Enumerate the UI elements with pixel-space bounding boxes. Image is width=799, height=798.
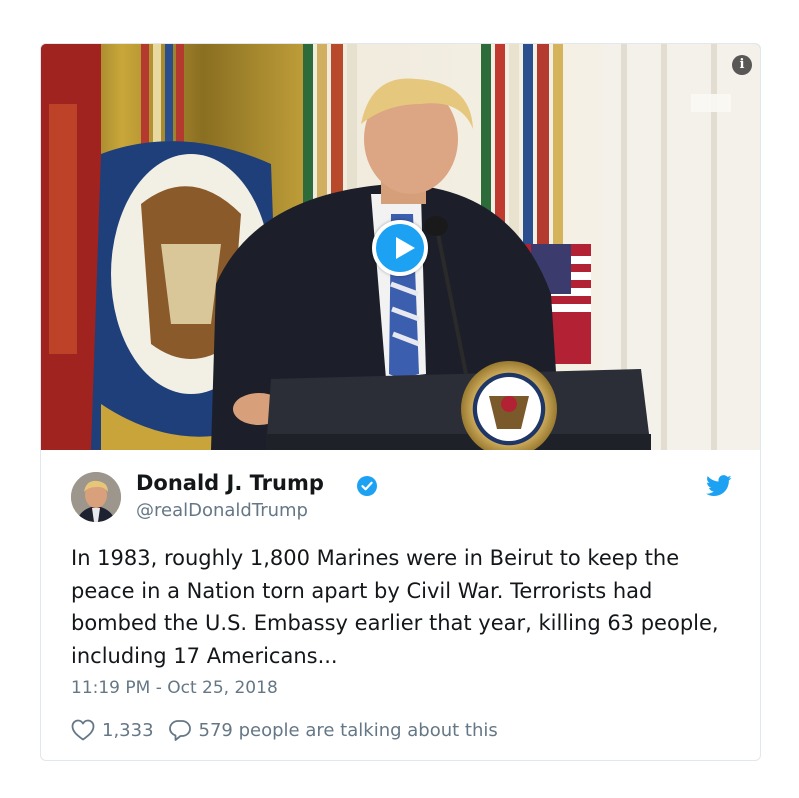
verified-badge-icon [357,476,377,496]
video-thumbnail[interactable]: i [41,44,760,450]
play-icon [396,237,415,259]
author-name[interactable]: Donald J. Trump [136,471,324,495]
heart-icon [71,719,95,741]
play-button[interactable] [372,220,428,276]
like-action[interactable]: 1,333 [71,719,154,741]
like-count: 1,333 [102,719,154,741]
tweet-actions: 1,333 579 people are talking about this [71,717,498,743]
avatar[interactable] [71,472,121,522]
profile-photo [71,472,121,522]
author-handle[interactable]: @realDonaldTrump [136,500,308,521]
tweet-text: In 1983, roughly 1,800 Marines were in B… [71,546,719,668]
embedded-tweet-card[interactable]: i Donald J. Trump @realDonaldTrump In 19… [40,43,761,761]
twitter-bird-icon[interactable] [706,475,732,497]
speech-bubble-icon [168,719,191,741]
talking-count: 579 people are talking about this [198,719,498,741]
reply-action[interactable]: 579 people are talking about this [168,719,498,742]
tweet-timestamp[interactable]: 11:19 PM - Oct 25, 2018 [71,678,278,698]
info-icon[interactable]: i [732,55,752,75]
